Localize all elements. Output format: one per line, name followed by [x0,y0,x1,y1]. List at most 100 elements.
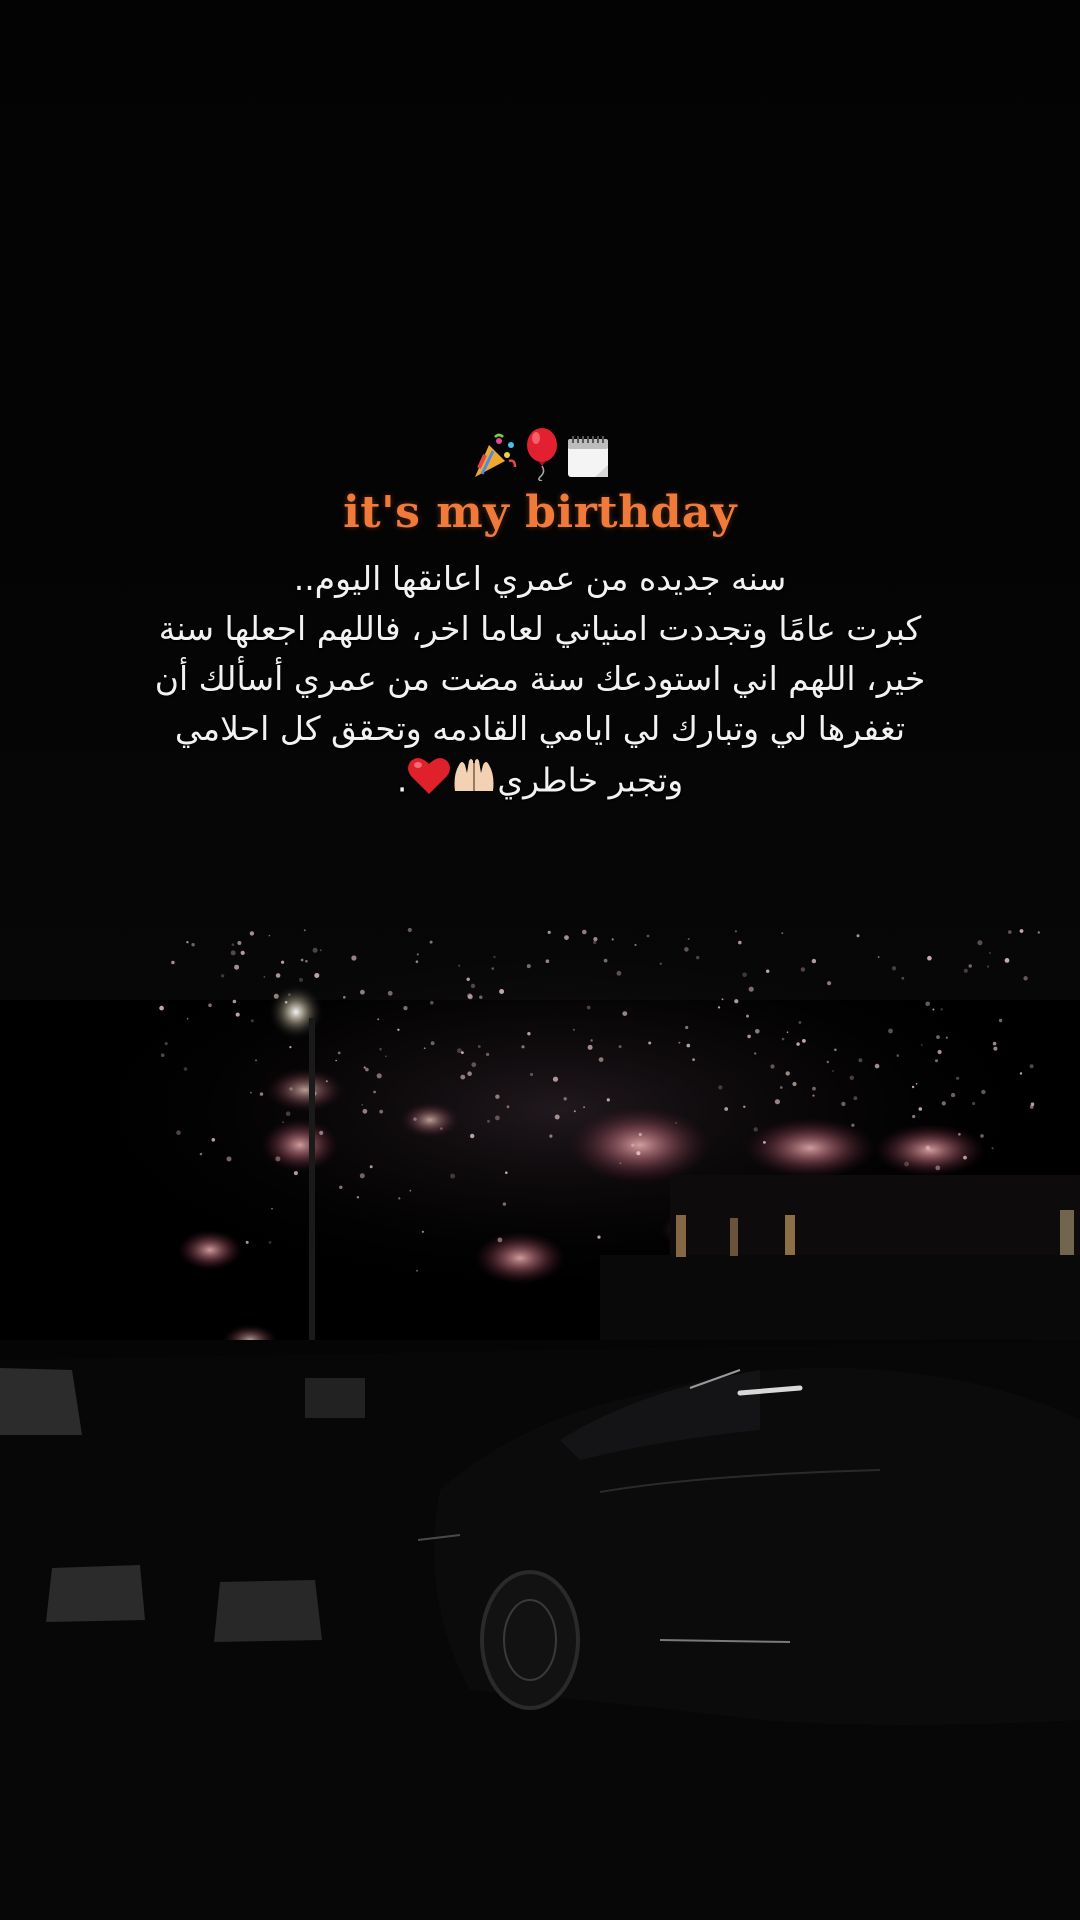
sparkle-dot [986,965,990,968]
sparkle-dot [479,995,483,999]
road-barrier [46,1565,145,1622]
sparkle-dot [851,1123,855,1127]
sparkle-dot [687,938,690,940]
sparkle-dot [379,1109,384,1114]
sparkle-dot [275,973,281,978]
sparkle-dot [659,962,662,965]
sparkle-dot [485,1052,490,1057]
sparkle-dot [936,1035,940,1039]
sparkle-dot [638,1132,642,1137]
sparkle-dot [1037,931,1041,934]
sparkle-dot [549,1134,553,1138]
trailing-dot: . [396,760,408,800]
sparkle-dot [487,1119,490,1123]
sparkle-dot [263,976,266,978]
sparkle-dot [747,1034,751,1039]
sparkle-dot [268,934,271,937]
sparkle-dot [159,1005,164,1011]
sparkle-dot [1008,930,1012,934]
sparkle-dot [904,1161,909,1167]
sparkle-dot [235,1012,240,1017]
firework-burst [745,1118,875,1178]
sparkle-dot [746,1014,749,1018]
sparkle-dot [1004,958,1010,963]
sparkle-dot [611,938,614,941]
sparkle-dot [678,1041,681,1044]
sparkle-dot [300,958,304,962]
sparkle-dot [646,934,650,938]
sparkle-dot [387,990,393,996]
sparkle-dot [972,1101,976,1106]
sparkle-dot [421,1230,424,1233]
sparkle-dot [413,1117,417,1121]
sparkle-dot [748,986,754,992]
sparkle-dot [376,1073,382,1079]
sparkle-dot [547,930,551,935]
firework-burst [570,1107,710,1183]
sparkle-dot [250,1019,254,1023]
sparkle-dot [634,943,637,947]
sparkle-dot [1019,929,1024,933]
sparkle-dot [160,1053,165,1057]
sparkle-dot [622,1011,628,1016]
sparkle-dot [365,1067,369,1072]
firework-burst [262,1119,338,1171]
sparkle-dot [208,1003,212,1008]
sparkle-dot [255,1059,257,1062]
sparkle-dot [409,1189,412,1192]
sparkle-dot [724,1107,729,1111]
sparkle-dot [590,1039,593,1042]
sparkle-dot [191,943,195,947]
sparkle-dot [977,940,983,946]
sparkle-dot [718,1085,723,1090]
sparkle-dot [763,1141,766,1144]
sparkle-dot [497,1237,503,1243]
sparkle-dot [319,1130,324,1135]
sparkle-dot [616,970,622,976]
sparkle-dot [935,1059,938,1063]
road-barrier [0,1368,82,1435]
sparkle-dot [467,1071,472,1076]
sparkle-dot [827,981,832,986]
sparkle-dot [339,1185,343,1190]
sparkle-dot [362,1108,368,1114]
sparkle-dot [423,1047,426,1050]
sparkle-dot [598,1057,604,1062]
sparkle-dot [834,1048,837,1052]
sparkle-dot [912,1114,916,1119]
sparkle-dot [753,1127,758,1132]
sparkle-dot [471,1062,477,1068]
emoji-row [0,425,1080,485]
sparkle-dot [319,949,322,952]
sparkle-dot [963,968,968,973]
sparkle-dot [415,960,419,963]
sparkle-dot [993,1046,998,1051]
sparkle-dot [587,1044,593,1050]
sparkle-dot [989,952,991,954]
sparkle-dot [495,1094,500,1099]
sparkle-dot [337,1051,341,1055]
sparkle-dot [586,1005,591,1010]
sparkle-dot [696,955,700,960]
sparkle-dot [285,1111,291,1116]
firework-burst [178,1230,242,1270]
sparkle-dot [901,976,905,980]
sparkle-dot [631,1143,635,1147]
story-caption: it's my birthday سنه جديده من عمري اعانق… [0,425,1080,810]
sparkle-dot [527,1032,531,1036]
sparkle-dot [397,1028,400,1032]
sparkle-dot [303,929,306,932]
sparkle-dot [293,1171,298,1176]
sparkle-dot [359,1173,365,1179]
sparkle-dot [618,1045,622,1049]
sparkle-dot [786,1031,789,1033]
sparkle-dot [467,994,473,1000]
sparkle-dot [675,1121,678,1124]
sparkle-dot [505,1171,508,1174]
caption-line: كبرت عامًا وتجددت امنياتي لعاما اخر، فال… [158,609,922,648]
sparkle-dot [440,1127,443,1130]
sparkle-dot [458,964,461,967]
sparkle-dot [554,1114,560,1120]
sparkle-dot [564,935,569,940]
sparkle-dot [305,959,308,963]
